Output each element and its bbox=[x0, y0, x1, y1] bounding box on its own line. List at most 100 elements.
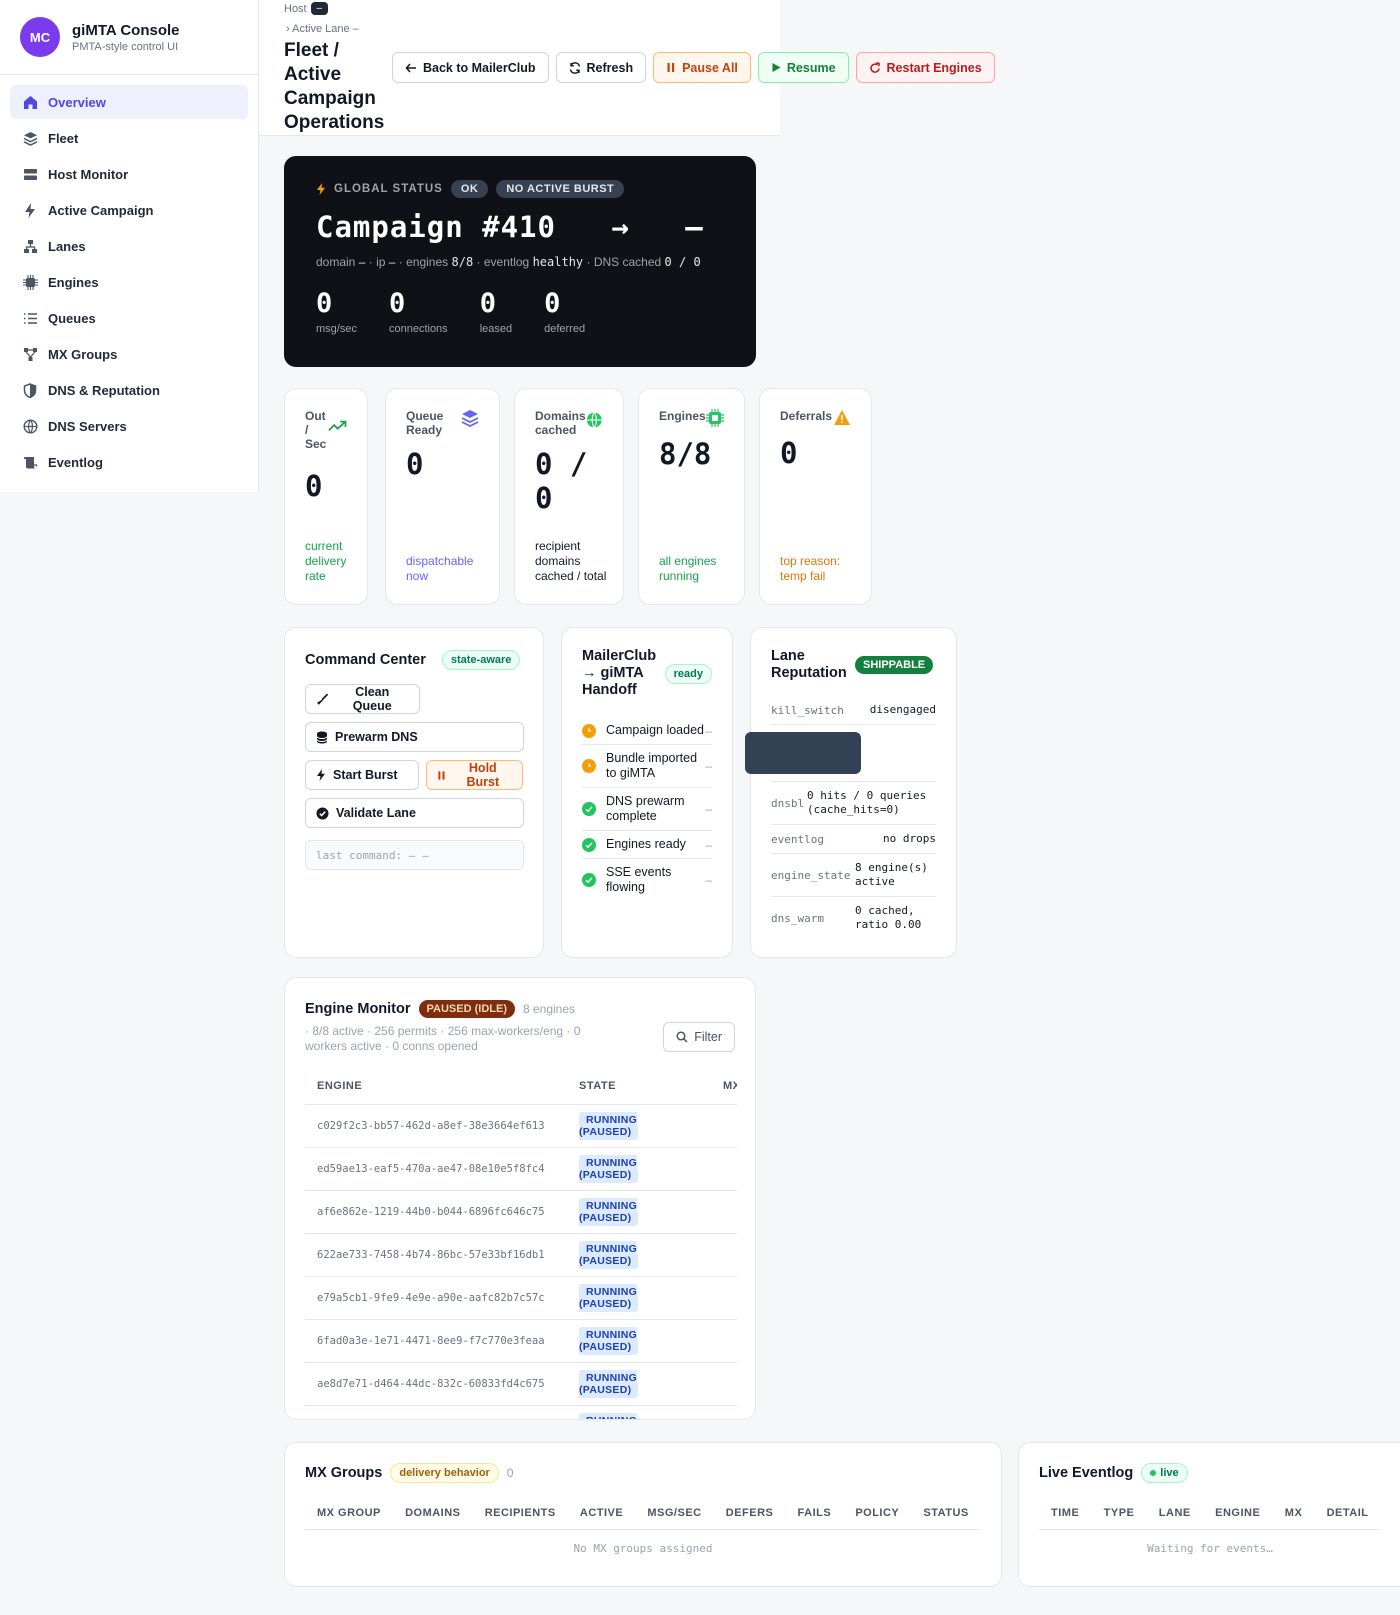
sidebar-item-label: Queues bbox=[48, 310, 96, 326]
col-msg-sec[interactable]: MSG/SEC bbox=[635, 1497, 714, 1530]
database-icon bbox=[316, 731, 328, 743]
handoff-step-value: – bbox=[705, 873, 712, 887]
col-mx[interactable]: MX bbox=[1272, 1497, 1315, 1530]
table-row[interactable]: d38d6a11-5ae7-424b-9cb1-819dc828ca24 RUNN… bbox=[305, 1405, 737, 1419]
prewarm-dns-button[interactable]: Prewarm DNS bbox=[305, 722, 524, 752]
kpi-value: 0 bbox=[406, 447, 424, 481]
kpi-value: 0 / 0 bbox=[535, 447, 588, 515]
state-badge: RUNNING (PAUSED) bbox=[579, 1284, 639, 1312]
layers-icon bbox=[461, 410, 479, 427]
pause-all-button[interactable]: Pause All bbox=[653, 52, 751, 83]
clean-queue-button[interactable]: Clean Queue bbox=[305, 684, 420, 714]
handoff-step-value: – bbox=[705, 723, 712, 738]
bolt-icon bbox=[317, 769, 325, 781]
col-state[interactable]: STATE bbox=[567, 1068, 711, 1105]
engine-id: ed59ae13-eaf5-470a-ae47-08e10e5f8fc4 bbox=[305, 1147, 567, 1191]
filter-button[interactable]: Filter bbox=[663, 1022, 735, 1052]
stat-label: leased bbox=[479, 323, 513, 335]
stat-value: 0 bbox=[316, 288, 333, 319]
stat-value: 0 bbox=[544, 288, 561, 319]
meta-eventlog-label: eventlog bbox=[483, 255, 530, 269]
breadcrumb-lane[interactable]: › Active Lane – bbox=[286, 23, 359, 35]
col-time[interactable]: TIME bbox=[1039, 1497, 1092, 1530]
hold-burst-button[interactable]: Hold Burst bbox=[426, 760, 523, 790]
sidebar-item-mx-groups[interactable]: MX Groups bbox=[10, 337, 248, 371]
col-type[interactable]: TYPE bbox=[1091, 1497, 1147, 1530]
engine-state-cell: RUNNING (PAUSED) bbox=[567, 1405, 711, 1419]
kpi-value: 8/8 bbox=[659, 437, 712, 471]
sidebar-item-lanes[interactable]: Lanes bbox=[10, 229, 248, 263]
sidebar-nav: Overview Fleet Host Monitor Active Campaign… bbox=[0, 75, 258, 491]
col-mx[interactable]: MX bbox=[711, 1068, 737, 1105]
last-command-status: last command: – – bbox=[305, 840, 524, 870]
sidebar-item-label: MX Groups bbox=[48, 346, 118, 362]
table-row[interactable]: c029f2c3-bb57-462d-a8ef-38e3664ef613 RUNN… bbox=[305, 1104, 737, 1148]
scroll-icon bbox=[22, 454, 38, 470]
start-burst-button[interactable]: Start Burst bbox=[305, 760, 420, 790]
table-row[interactable]: ae8d7e71-d464-44dc-832c-60833fd4c675 RUNN… bbox=[305, 1362, 737, 1406]
handoff-step: Engines ready – bbox=[582, 831, 712, 859]
table-row[interactable]: 622ae733-7458-4b74-86bc-57e33bf16db1 RUNN… bbox=[305, 1233, 737, 1277]
resume-button[interactable]: Resume bbox=[757, 52, 849, 83]
network-icon bbox=[22, 238, 38, 254]
kpi-deferrals: Deferrals 0 top reason: temp fail bbox=[759, 388, 872, 605]
col-lane[interactable]: LANE bbox=[1146, 1497, 1204, 1530]
toolbar: Back to MailerClub Refresh Pause All Res… bbox=[392, 52, 995, 83]
sidebar-item-label: DNS & Reputation bbox=[48, 382, 160, 398]
sidebar-item-host-monitor[interactable]: Host Monitor bbox=[10, 157, 248, 191]
col-engine[interactable]: ENGINE bbox=[1203, 1497, 1273, 1530]
reputation-key: kill_switch bbox=[771, 703, 844, 717]
handoff-step: DNS prewarm complete – bbox=[582, 788, 712, 831]
col-status[interactable]: STATUS bbox=[911, 1497, 981, 1530]
host-selector[interactable]: – bbox=[310, 2, 329, 15]
mx-empty-state: No MX groups assigned bbox=[573, 1542, 713, 1555]
ready-badge: ready bbox=[664, 663, 712, 684]
cpu-icon bbox=[22, 274, 38, 290]
table-row[interactable]: af6e862e-1219-44b0-b044-6896fc646c75 RUNN… bbox=[305, 1190, 737, 1234]
kpi-sub: recipient domains cached / total bbox=[535, 539, 607, 583]
col-recipients[interactable]: RECIPIENTS bbox=[472, 1497, 568, 1530]
table-row[interactable]: 6fad0a3e-1e71-4471-8ee9-f7c770e3feaa RUNN… bbox=[305, 1319, 737, 1363]
col-defers[interactable]: DEFERS bbox=[713, 1497, 786, 1530]
sidebar-item-eventlog[interactable]: Eventlog bbox=[10, 445, 248, 479]
col-mx-group[interactable]: MX GROUP bbox=[305, 1497, 394, 1530]
check-circle-icon bbox=[582, 837, 596, 852]
warning-icon bbox=[834, 410, 850, 425]
state-aware-badge: state-aware bbox=[441, 650, 521, 670]
sidebar-item-active-campaign[interactable]: Active Campaign bbox=[10, 193, 248, 227]
handoff-step-label: DNS prewarm complete bbox=[606, 794, 685, 823]
sidebar-item-engines[interactable]: Engines bbox=[10, 265, 248, 299]
kpi-label: Out / Sec bbox=[305, 409, 327, 451]
col-engine[interactable]: ENGINE bbox=[305, 1068, 567, 1105]
sidebar-item-dns-reputation[interactable]: DNS & Reputation bbox=[10, 373, 248, 407]
sidebar-item-overview[interactable]: Overview bbox=[10, 85, 248, 119]
reputation-value: disengaged bbox=[869, 703, 936, 716]
sidebar-item-queues[interactable]: Queues bbox=[10, 301, 248, 335]
validate-lane-button[interactable]: Validate Lane bbox=[305, 798, 524, 828]
restart-engines-button[interactable]: Restart Engines bbox=[855, 52, 995, 83]
col-detail[interactable]: DETAIL bbox=[1314, 1497, 1381, 1530]
delivery-behavior-badge: delivery behavior bbox=[390, 1463, 499, 1483]
sidebar-item-dns-servers[interactable]: DNS Servers bbox=[10, 409, 248, 443]
table-row[interactable]: ed59ae13-eaf5-470a-ae47-08e10e5f8fc4 RUNN… bbox=[305, 1147, 737, 1191]
sidebar-item-fleet[interactable]: Fleet bbox=[10, 121, 248, 155]
back-button[interactable]: Back to MailerClub bbox=[392, 52, 549, 83]
col-active[interactable]: ACTIVE bbox=[567, 1497, 636, 1530]
col-policy[interactable]: POLICY bbox=[843, 1497, 912, 1530]
col-fails[interactable]: FAILS bbox=[785, 1497, 844, 1530]
engine-state-cell: RUNNING (PAUSED) bbox=[567, 1147, 711, 1191]
col-domains[interactable]: DOMAINS bbox=[393, 1497, 473, 1530]
engine-mx-cell bbox=[711, 1233, 737, 1277]
global-status-label: GLOBAL STATUS bbox=[334, 183, 443, 195]
hold-burst-label: Hold Burst bbox=[466, 761, 500, 789]
engine-monitor-panel: Engine Monitor PAUSED (IDLE) 8 engines ·… bbox=[284, 977, 756, 1420]
table-row[interactable]: e79a5cb1-9fe9-4e9e-a90e-aafc82b7c57c RUNN… bbox=[305, 1276, 737, 1320]
refresh-button[interactable]: Refresh bbox=[555, 52, 647, 83]
reputation-rows: kill_switchdisengageddkimdnsbl0 hits / 0… bbox=[745, 696, 936, 939]
engine-state-cell: RUNNING (PAUSED) bbox=[567, 1104, 711, 1148]
sidebar: MC giMTA Console PMTA-style control UI O… bbox=[0, 0, 259, 492]
shield-icon bbox=[22, 382, 38, 398]
reputation-key: dns_warm bbox=[771, 911, 824, 925]
paused-idle-badge: PAUSED (IDLE) bbox=[418, 1000, 515, 1018]
handoff-step-value: – bbox=[705, 802, 712, 816]
